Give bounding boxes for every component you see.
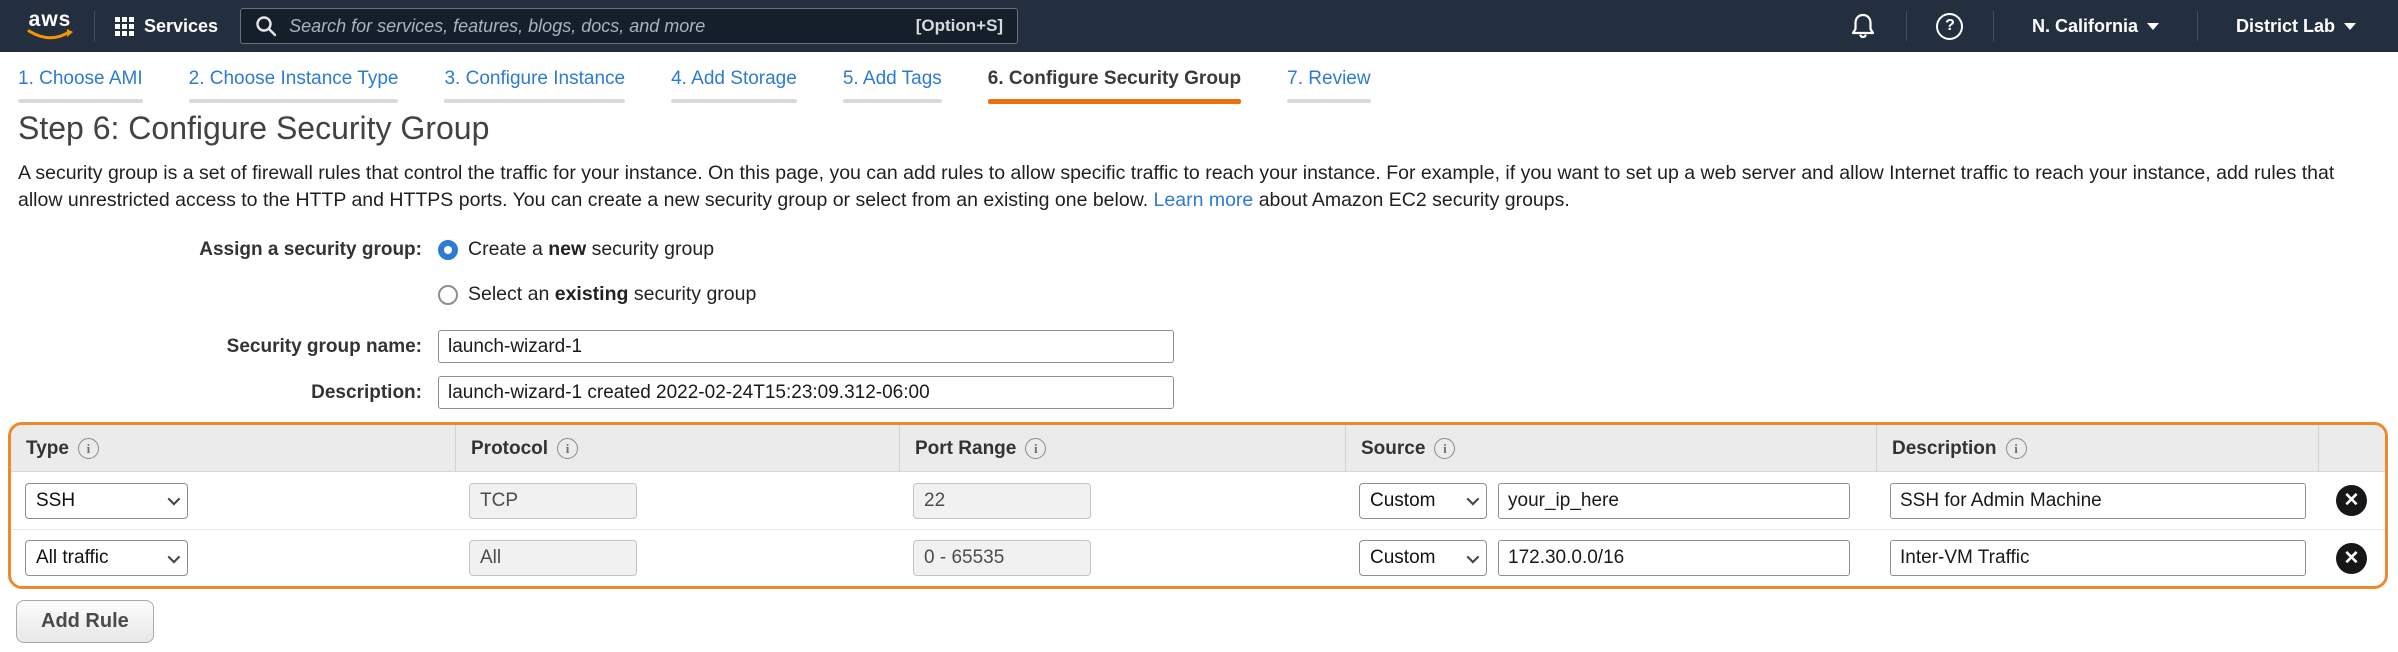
chevron-down-icon: [168, 493, 181, 506]
chevron-down-icon: [2344, 23, 2356, 30]
step-tab-configure-instance[interactable]: 3. Configure Instance: [444, 68, 625, 104]
security-group-description-input[interactable]: [438, 376, 1174, 409]
delete-rule-button[interactable]: ✕: [2336, 543, 2367, 574]
page-title: Step 6: Configure Security Group: [18, 110, 489, 147]
nav-divider: [1906, 11, 1907, 41]
wizard-steps: 1. Choose AMI 2. Choose Instance Type 3.…: [18, 68, 1371, 104]
security-group-name-label: Security group name:: [0, 336, 438, 358]
nav-divider: [1993, 11, 1994, 41]
rule-source-mode-select[interactable]: Custom: [1359, 540, 1487, 576]
help-button[interactable]: ?: [1927, 13, 1973, 40]
rule-row-all-traffic: All traffic Custom ✕: [11, 529, 2385, 586]
column-header-protocol: Protocol i: [455, 425, 899, 472]
nav-divider: [94, 11, 95, 41]
chevron-down-icon: [1467, 550, 1480, 563]
rule-source-mode-select[interactable]: Custom: [1359, 483, 1487, 519]
radio-label: Select an existing security group: [468, 283, 756, 306]
chevron-down-icon: [1467, 493, 1480, 506]
rule-description-input[interactable]: [1890, 483, 2306, 519]
security-rules-table: Type i Protocol i Port Range i Source i …: [8, 422, 2388, 589]
ec2-launch-wizard-page: aws Services Search for services, featur…: [0, 0, 2398, 652]
info-icon[interactable]: i: [78, 438, 99, 459]
aws-logo[interactable]: aws: [26, 11, 74, 42]
add-rule-button[interactable]: Add Rule: [16, 600, 154, 643]
info-icon[interactable]: i: [1434, 438, 1455, 459]
rule-source-input[interactable]: [1498, 483, 1850, 519]
radio-select-existing-security-group[interactable]: Select an existing security group: [438, 283, 756, 306]
security-group-name-row: Security group name:: [0, 330, 1174, 363]
nav-divider: [2197, 11, 2198, 41]
search-placeholder: Search for services, features, blogs, do…: [289, 16, 916, 37]
global-search-input[interactable]: Search for services, features, blogs, do…: [240, 8, 1018, 44]
account-label: District Lab: [2236, 16, 2335, 37]
security-group-name-input[interactable]: [438, 330, 1174, 363]
description-row: Description:: [0, 376, 1174, 409]
column-header-source: Source i: [1345, 425, 1876, 472]
region-label: N. California: [2032, 16, 2138, 37]
services-grid-icon: [115, 17, 134, 36]
step-tab-configure-security-group[interactable]: 6. Configure Security Group: [988, 68, 1241, 104]
radio-selected-icon: [438, 240, 458, 260]
info-icon[interactable]: i: [1025, 438, 1046, 459]
services-menu-button[interactable]: Services: [115, 16, 218, 37]
account-menu[interactable]: District Lab: [2218, 16, 2374, 37]
chevron-down-icon: [2147, 23, 2159, 30]
learn-more-link[interactable]: Learn more: [1154, 189, 1254, 211]
rules-table-header: Type i Protocol i Port Range i Source i …: [11, 425, 2385, 472]
radio-unselected-icon: [438, 285, 458, 305]
column-header-type: Type i: [11, 425, 455, 472]
question-mark-icon: ?: [1936, 13, 1963, 40]
rule-description-input[interactable]: [1890, 540, 2306, 576]
step-tab-choose-ami[interactable]: 1. Choose AMI: [18, 68, 143, 104]
rule-port-range-input: [913, 540, 1091, 576]
rule-type-select[interactable]: All traffic: [25, 540, 188, 576]
info-icon[interactable]: i: [557, 438, 578, 459]
select-existing-row: Select an existing security group: [0, 283, 756, 306]
rule-protocol-input: [469, 483, 637, 519]
aws-logo-text: aws: [29, 11, 72, 29]
search-icon: [255, 15, 277, 37]
region-selector[interactable]: N. California: [2014, 16, 2177, 37]
radio-create-new-security-group[interactable]: Create a new security group: [438, 238, 714, 261]
top-navbar: aws Services Search for services, featur…: [0, 0, 2398, 52]
services-label: Services: [144, 16, 218, 37]
step-tab-add-storage[interactable]: 4. Add Storage: [671, 68, 797, 104]
delete-rule-button[interactable]: ✕: [2336, 485, 2367, 516]
assign-security-group-row: Assign a security group: Create a new se…: [0, 238, 714, 261]
column-header-port-range: Port Range i: [899, 425, 1345, 472]
step-tab-add-tags[interactable]: 5. Add Tags: [843, 68, 942, 104]
rule-type-select[interactable]: SSH: [25, 483, 188, 519]
search-shortcut-hint: [Option+S]: [916, 16, 1003, 36]
radio-label: Create a new security group: [468, 238, 714, 261]
step-tab-review[interactable]: 7. Review: [1287, 68, 1370, 104]
chevron-down-icon: [168, 550, 181, 563]
bell-icon: [1850, 12, 1876, 40]
aws-smile-icon: [26, 29, 74, 42]
step-tab-choose-instance-type[interactable]: 2. Choose Instance Type: [189, 68, 399, 104]
rule-protocol-input: [469, 540, 637, 576]
notifications-button[interactable]: [1840, 12, 1886, 40]
intro-text-after: about Amazon EC2 security groups.: [1259, 189, 1570, 211]
column-header-actions: [2318, 425, 2385, 472]
navbar-right-controls: ? N. California District Lab: [1840, 11, 2374, 41]
rule-port-range-input: [913, 483, 1091, 519]
assign-security-group-label: Assign a security group:: [0, 239, 438, 261]
description-label: Description:: [0, 382, 438, 404]
column-header-description: Description i: [1876, 425, 2318, 472]
page-description: A security group is a set of firewall ru…: [18, 160, 2384, 214]
rule-row-ssh: SSH Custom ✕: [11, 472, 2385, 529]
info-icon[interactable]: i: [2006, 438, 2027, 459]
rule-source-input[interactable]: [1498, 540, 1850, 576]
